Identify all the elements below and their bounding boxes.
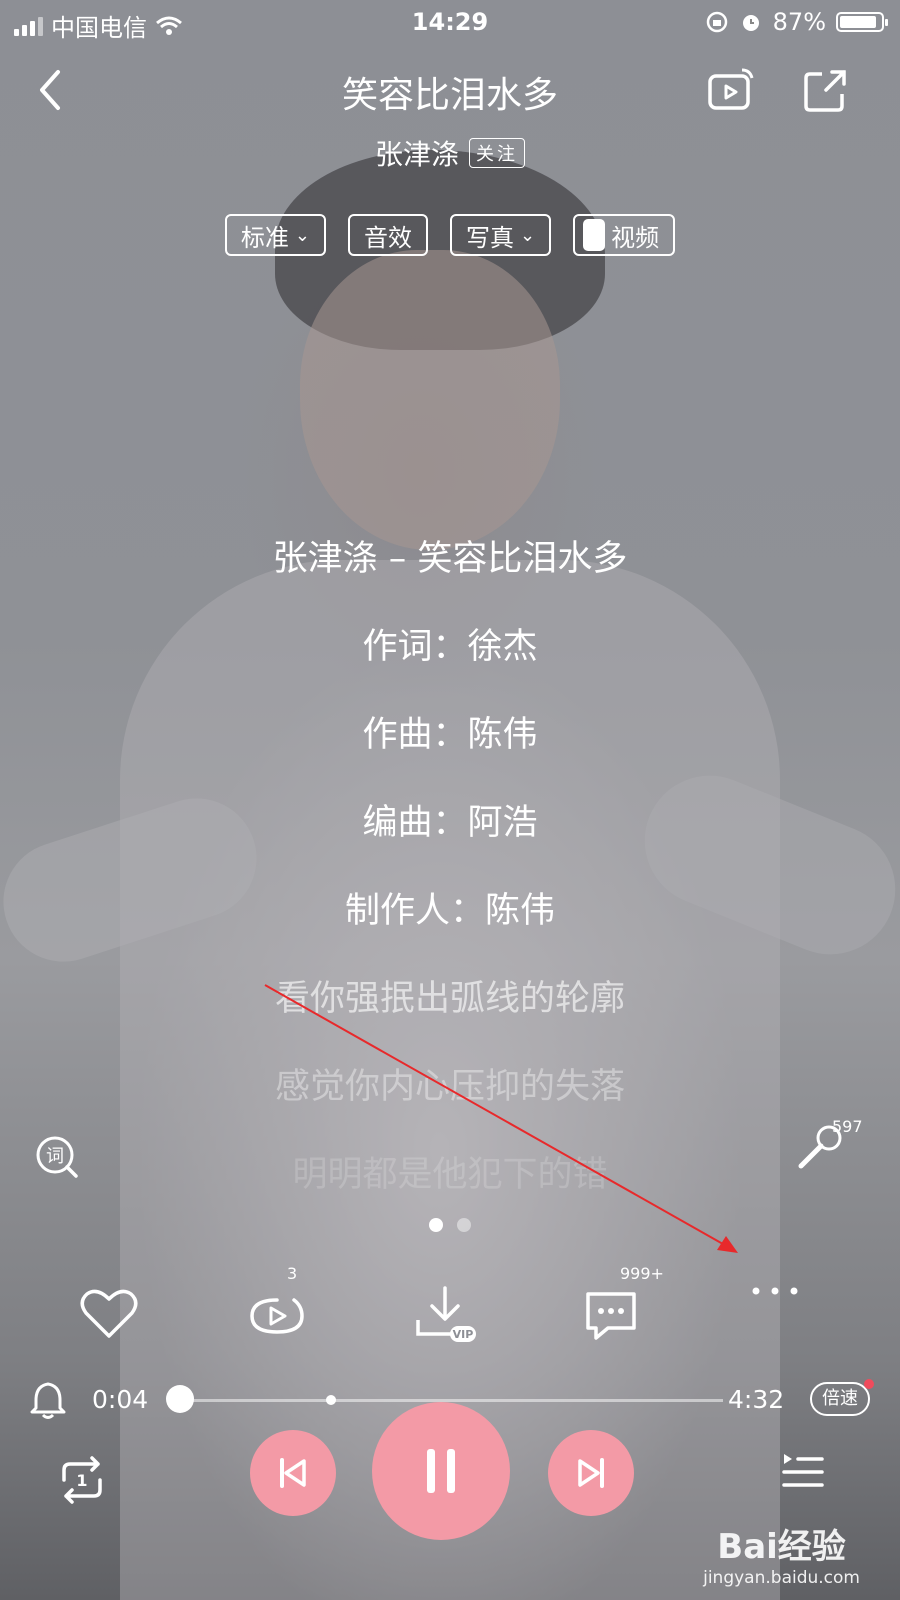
progress-thumb[interactable]	[166, 1385, 195, 1413]
total-time: 4:32	[728, 1385, 785, 1414]
previous-icon	[280, 1458, 306, 1488]
page-dot	[457, 1218, 471, 1232]
climax-marker	[326, 1395, 336, 1405]
more-options-icon[interactable]	[742, 1282, 808, 1348]
playlist-icon[interactable]	[780, 1446, 826, 1492]
lyrics-search-icon[interactable]: 词	[34, 1134, 80, 1180]
repeat-one-label: 1	[76, 1471, 87, 1490]
player-screen: 中国电信 14:29 87% 笑容比泪水多 张津涤 关注 标准 ⌄ 音效 写真 ⌄ …	[0, 0, 900, 1600]
watermark-brand: Bai经验	[717, 1527, 846, 1567]
next-button[interactable]	[548, 1430, 634, 1516]
vip-tag: VIP	[453, 1328, 474, 1341]
pause-icon	[427, 1449, 455, 1493]
karaoke-count: 597	[832, 1117, 863, 1136]
annotation-arrow	[264, 984, 738, 1253]
svg-text:词: 词	[46, 1146, 64, 1167]
comment-icon[interactable]	[578, 1282, 644, 1348]
watermark: Bai经验 jingyan.baidu.com	[703, 1519, 860, 1588]
mv-count: 3	[287, 1264, 298, 1283]
previous-button[interactable]	[250, 1430, 336, 1516]
page-indicator	[0, 1218, 900, 1232]
watermark-url: jingyan.baidu.com	[703, 1568, 860, 1588]
pause-button[interactable]	[372, 1402, 510, 1540]
action-row: 3 VIP 999+	[0, 1264, 900, 1352]
repeat-one-icon[interactable]: 1	[54, 1452, 110, 1508]
current-time: 0:04	[92, 1385, 149, 1414]
bell-icon[interactable]	[30, 1380, 66, 1420]
speed-button[interactable]: 倍速	[810, 1382, 870, 1416]
page-dot-active	[429, 1218, 443, 1232]
speed-badge-dot	[864, 1379, 874, 1389]
comment-count: 999+	[620, 1264, 664, 1283]
heart-icon[interactable]	[76, 1282, 142, 1348]
next-icon	[578, 1458, 604, 1488]
mv-play-icon[interactable]	[244, 1282, 310, 1348]
download-icon[interactable]: VIP	[412, 1282, 478, 1348]
